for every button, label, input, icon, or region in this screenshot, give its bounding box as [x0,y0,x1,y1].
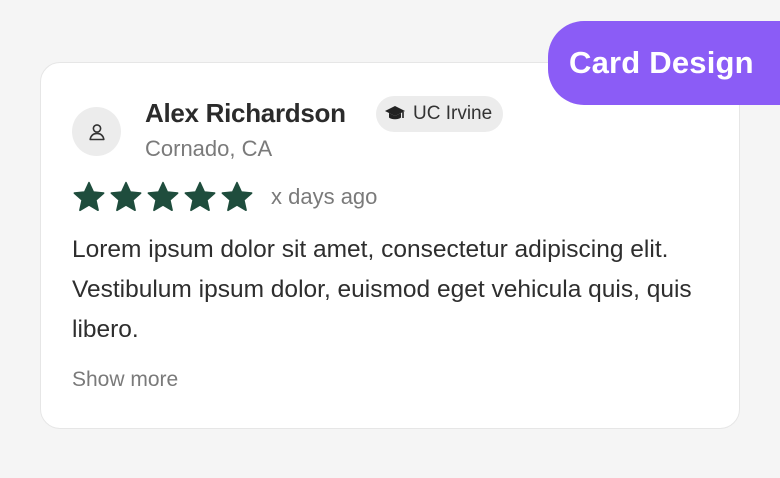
reviewer-location: Cornado, CA [145,136,273,161]
review-text: Lorem ipsum dolor sit amet, consectetur … [72,236,692,343]
review-time: x days ago [271,184,378,209]
reviewer-name: Alex Richardson [145,98,346,128]
show-more-link[interactable]: Show more [72,368,178,392]
review-card: Alex Richardson UC Irvine Cornado, CA x … [40,62,740,429]
tag-label: Card Design [569,45,754,80]
star-icon [221,181,253,212]
star-icon [73,181,105,212]
star-icon [110,181,142,212]
star-rating [72,181,254,213]
rating-row: x days ago [72,181,377,213]
school-badge: UC Irvine [376,96,504,132]
star-icon [147,181,179,212]
avatar[interactable] [72,107,121,156]
user-icon [88,123,105,140]
card-design-tag: Card Design [548,21,780,105]
graduation-cap-icon [385,106,405,120]
school-label: UC Irvine [413,103,493,124]
star-icon [184,181,216,212]
